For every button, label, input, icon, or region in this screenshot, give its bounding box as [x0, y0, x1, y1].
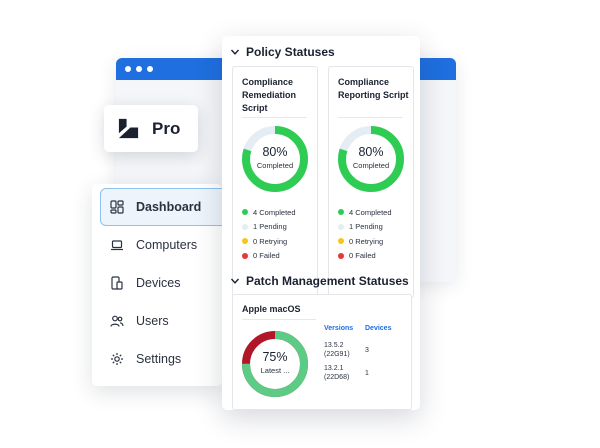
window-dot-icon: [136, 66, 142, 72]
legend-label: 0 Retrying: [349, 236, 384, 246]
legend-item-pending: 1 Pending: [338, 220, 392, 235]
policy-statuses-header[interactable]: Policy Statuses: [230, 45, 335, 59]
policy-card[interactable]: Compliance Remediation Script 80% Comple…: [232, 66, 318, 298]
sidebar-item-label: Devices: [136, 276, 181, 290]
version-cell: 13.5.2 (22G91): [324, 341, 350, 359]
gear-icon: [110, 352, 124, 366]
legend-label: 4 Completed: [349, 207, 392, 217]
legend-label: 0 Retrying: [253, 236, 288, 246]
patch-card-title: Apple macOS: [242, 304, 301, 314]
dashboard-panel: Policy Statuses Compliance Remediation S…: [222, 36, 420, 410]
percent-caption: Completed: [256, 161, 294, 170]
section-title: Policy Statuses: [246, 45, 335, 59]
legend-item-completed: 4 Completed: [242, 205, 296, 220]
chevron-down-icon: [230, 49, 240, 55]
brand-logo-icon: [118, 118, 139, 139]
window-dot-icon: [125, 66, 131, 72]
percent-value: 80%: [358, 145, 384, 159]
product-name: Pro: [152, 118, 181, 138]
legend-item-retrying: 0 Retrying: [338, 234, 392, 249]
legend-item-completed: 4 Completed: [338, 205, 392, 220]
status-legend: 4 Completed 1 Pending 0 Retrying 0 Faile…: [242, 205, 296, 263]
sidebar-item-settings[interactable]: Settings: [92, 340, 222, 378]
version-build: (22G91): [324, 351, 350, 358]
dashboard-icon: [110, 200, 124, 214]
failed-dot-icon: [242, 252, 248, 259]
completed-dot-icon: [338, 209, 344, 216]
legend-item-pending: 1 Pending: [242, 220, 296, 235]
versions-column-header: Versions: [324, 325, 354, 332]
section-title: Patch Management Statuses: [246, 274, 409, 288]
percent-caption: Completed: [352, 161, 390, 170]
completed-dot-icon: [242, 209, 248, 216]
sidebar-item-dashboard[interactable]: Dashboard: [100, 188, 230, 226]
pending-dot-icon: [242, 223, 248, 230]
legend-label: 1 Pending: [349, 222, 383, 232]
sidebar-item-users[interactable]: Users: [92, 302, 222, 340]
legend-item-failed: 0 Failed: [242, 249, 296, 264]
percent-value: 75%: [262, 350, 288, 364]
devices-cell: 3: [365, 347, 369, 354]
policy-card-title: Compliance Remediation Script: [242, 77, 297, 113]
sidebar-item-label: Users: [136, 314, 169, 328]
sidebar-item-computers[interactable]: Computers: [92, 226, 222, 264]
donut-center-label: 80% Completed: [337, 145, 405, 171]
patch-statuses-header[interactable]: Patch Management Statuses: [230, 274, 409, 288]
devices-cell: 1: [365, 370, 369, 377]
sidebar-item-label: Settings: [136, 352, 182, 366]
legend-item-retrying: 0 Retrying: [242, 234, 296, 249]
legend-label: 0 Failed: [253, 251, 280, 261]
percent-value: 80%: [262, 145, 288, 159]
retrying-dot-icon: [242, 238, 248, 245]
sidebar-item-label: Dashboard: [136, 200, 202, 214]
legend-label: 0 Failed: [349, 251, 376, 261]
legend-item-failed: 0 Failed: [338, 249, 392, 264]
devices-column-header: Devices: [365, 325, 392, 332]
percent-caption: Latest ...: [260, 366, 290, 375]
failed-dot-icon: [338, 252, 344, 259]
version-number: 13.2.1: [324, 365, 344, 372]
sidebar-item-devices[interactable]: Devices: [92, 264, 222, 302]
retrying-dot-icon: [338, 238, 344, 245]
divider: [242, 117, 307, 118]
version-number: 13.5.2: [324, 342, 344, 349]
patch-card[interactable]: Apple macOS 75% Latest ... Versions Devi…: [232, 294, 412, 410]
pending-dot-icon: [338, 223, 344, 230]
sidebar-menu: Dashboard Computers Devices Users Settin…: [92, 184, 230, 386]
version-build: (22D68): [324, 374, 350, 381]
policy-card-title: Compliance Reporting Script: [338, 77, 409, 100]
window-dot-icon: [147, 66, 153, 72]
devices-icon: [110, 276, 124, 290]
status-legend: 4 Completed 1 Pending 0 Retrying 0 Faile…: [338, 205, 392, 263]
sidebar-item-label: Computers: [136, 238, 198, 252]
legend-label: 1 Pending: [253, 222, 287, 232]
chevron-down-icon: [230, 278, 240, 284]
users-icon: [110, 314, 124, 328]
donut-center-label: 75% Latest ...: [241, 350, 309, 376]
product-badge: Pro: [104, 105, 198, 152]
divider: [338, 117, 403, 118]
laptop-icon: [110, 238, 124, 252]
policy-card[interactable]: Compliance Reporting Script 80% Complete…: [328, 66, 414, 298]
donut-center-label: 80% Completed: [241, 145, 309, 171]
divider: [242, 319, 316, 320]
legend-label: 4 Completed: [253, 207, 296, 217]
version-cell: 13.2.1 (22D68): [324, 364, 349, 382]
